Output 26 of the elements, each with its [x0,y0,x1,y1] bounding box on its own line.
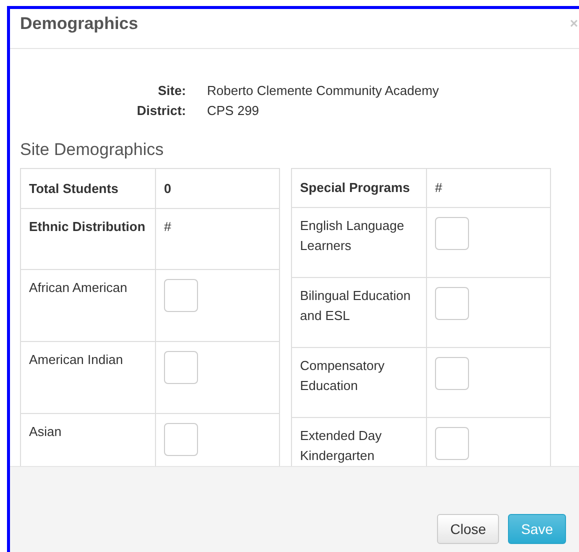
dialog-title: Demographics [20,14,138,34]
field-label: Site: [156,82,186,99]
number-input[interactable] [164,350,198,384]
table-cell: Compensatory Education [292,348,426,418]
number-input[interactable] [164,278,198,312]
number-input[interactable] [435,217,469,250]
close-button[interactable]: Close [437,514,500,544]
table-cell: # [426,168,550,208]
column-header: Ethnic Distribution [20,208,156,270]
section-heading: Site Demographics [20,139,165,161]
table-cell: Bilingual Education and ESL [292,278,426,348]
table-cell: English Language Learners [292,208,426,278]
number-input[interactable] [164,422,198,456]
save-button[interactable]: Save [508,514,566,544]
column-header: Total Students [20,168,156,209]
table-cell: 0 [156,168,280,209]
number-input[interactable] [435,427,469,460]
table-cell: African American [20,269,156,342]
number-input[interactable] [435,287,469,320]
field-value: Roberto Clemente Community Academy [207,82,440,99]
column-header: Special Programs [292,168,426,208]
field-value: CPS 299 [207,102,260,119]
field-label: District: [136,102,186,119]
column-header: # [156,208,280,270]
table-cell: American Indian [20,341,156,414]
number-input[interactable] [435,357,469,390]
